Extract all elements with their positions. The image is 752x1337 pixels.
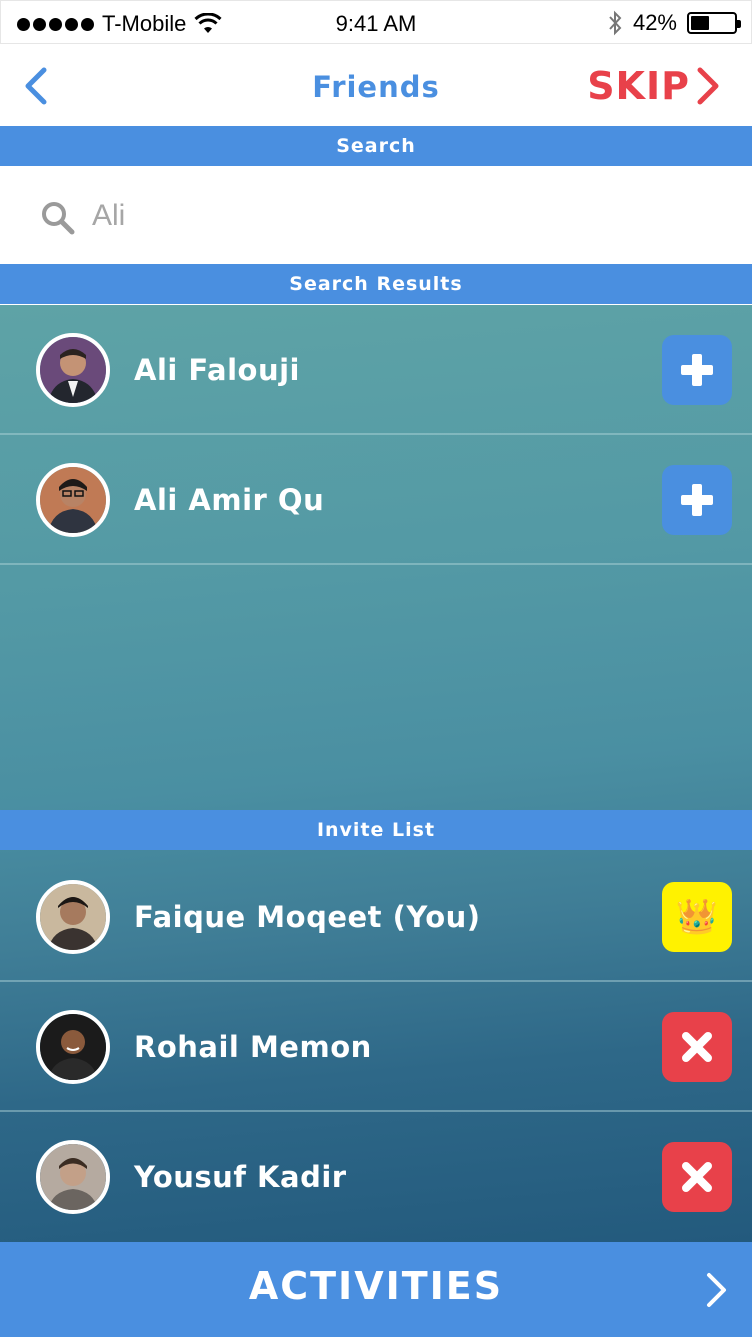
friend-name: Faique Moqeet (You): [134, 900, 481, 934]
search-input[interactable]: [92, 191, 712, 241]
friend-name: Ali Amir Qu: [134, 483, 325, 517]
avatar: [36, 333, 110, 407]
activities-label: ACTIVITIES: [248, 1264, 504, 1308]
plus-icon: [681, 354, 713, 386]
plus-icon: [681, 484, 713, 516]
add-friend-button[interactable]: [662, 335, 732, 405]
skip-button[interactable]: SKIP: [587, 64, 722, 108]
nav-bar: Friends SKIP: [0, 44, 752, 126]
invite-row: Rohail Memon: [0, 982, 752, 1112]
status-bar: T-Mobile 9:41 AM 42%: [0, 0, 752, 44]
search-result-row: Ali Amir Qu: [0, 435, 752, 565]
friends-content: Ali Falouji Ali Amir Qu Invite List Faiq…: [0, 305, 752, 1242]
search-section-header: Search: [0, 126, 752, 166]
chevron-right-icon: [697, 67, 719, 105]
invite-list-header: Invite List: [0, 810, 752, 850]
invite-row: Faique Moqeet (You) 👑: [0, 852, 752, 982]
friend-name: Rohail Memon: [134, 1030, 372, 1064]
search-icon: [42, 202, 75, 235]
skip-label: SKIP: [587, 64, 690, 108]
close-icon: [682, 1162, 712, 1192]
avatar: [36, 1140, 110, 1214]
search-result-row: Ali Falouji: [0, 305, 752, 435]
add-friend-button[interactable]: [662, 465, 732, 535]
battery-fill: [691, 16, 709, 30]
avatar: [36, 1010, 110, 1084]
search-results-header: Search Results: [0, 264, 752, 304]
search-bar: [0, 167, 752, 263]
crown-icon: 👑: [675, 897, 719, 937]
battery-icon: [687, 12, 741, 34]
remove-friend-button[interactable]: [662, 1012, 732, 1082]
chevron-right-icon: [707, 1273, 726, 1307]
owner-badge: 👑: [662, 882, 732, 952]
friend-name: Yousuf Kadir: [134, 1160, 347, 1194]
close-icon: [682, 1032, 712, 1062]
battery-percent: 42%: [632, 10, 677, 35]
remove-friend-button[interactable]: [662, 1142, 732, 1212]
friend-name: Ali Falouji: [134, 353, 300, 387]
bluetooth-icon: [609, 10, 622, 36]
avatar: [36, 463, 110, 537]
avatar: [36, 880, 110, 954]
invite-row: Yousuf Kadir: [0, 1112, 752, 1242]
activities-button[interactable]: ACTIVITIES: [0, 1242, 752, 1337]
status-right: 42%: [607, 10, 741, 36]
